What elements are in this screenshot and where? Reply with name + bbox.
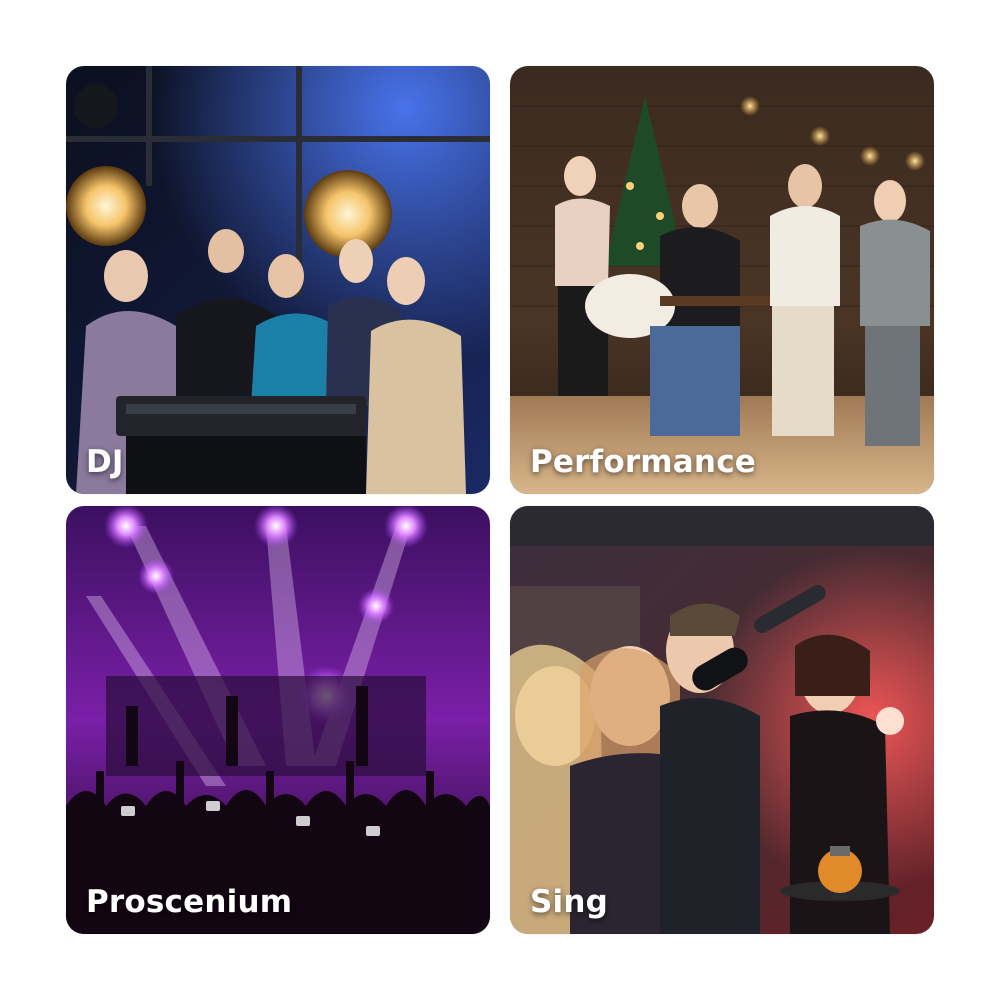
tile-label-proscenium: Proscenium bbox=[86, 884, 293, 920]
sing-photo-tile: Sing bbox=[510, 506, 934, 934]
karaoke-singing-photo bbox=[510, 506, 934, 934]
dj-photo-tile: DJ bbox=[66, 66, 490, 494]
tile-label-performance: Performance bbox=[530, 444, 756, 480]
scene-grid: DJ Performance Proscenium Sing bbox=[0, 0, 1000, 1000]
performance-party-photo bbox=[510, 66, 934, 494]
tile-label-dj: DJ bbox=[86, 444, 124, 480]
performance-photo-tile: Performance bbox=[510, 66, 934, 494]
proscenium-photo-tile: Proscenium bbox=[66, 506, 490, 934]
tile-label-sing: Sing bbox=[530, 884, 609, 920]
dj-party-photo bbox=[66, 66, 490, 494]
proscenium-concert-photo bbox=[66, 506, 490, 934]
